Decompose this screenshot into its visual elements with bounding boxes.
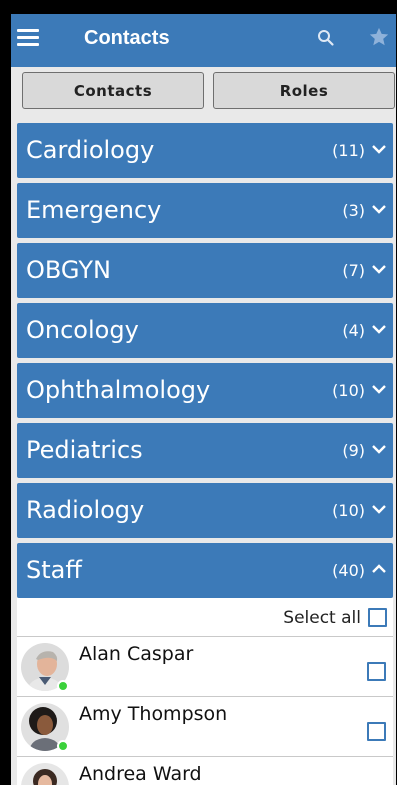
select-all-checkbox[interactable] — [368, 608, 387, 627]
contact-row[interactable]: Amy Thompson — [17, 697, 393, 757]
page-title: Contacts — [84, 27, 170, 49]
group-ophthalmology[interactable]: Ophthalmology (10) — [17, 363, 393, 418]
group-name: Oncology — [26, 316, 139, 344]
app-bar: Contacts — [11, 14, 396, 67]
group-count: (4) — [342, 321, 365, 340]
group-count: (10) — [332, 381, 365, 400]
chevron-down-icon — [372, 145, 386, 154]
chevron-down-icon — [372, 325, 386, 334]
contact-checkbox[interactable] — [367, 722, 386, 741]
group-obgyn[interactable]: OBGYN (7) — [17, 243, 393, 298]
group-name: OBGYN — [26, 256, 111, 284]
tab-contacts[interactable]: Contacts — [22, 72, 204, 109]
group-name: Staff — [26, 556, 82, 584]
contact-checkbox[interactable] — [367, 662, 386, 681]
chevron-down-icon — [372, 265, 386, 274]
group-count: (7) — [342, 261, 365, 280]
search-icon[interactable] — [317, 29, 335, 47]
chevron-up-icon — [372, 564, 386, 573]
hamburger-menu-icon[interactable] — [17, 29, 39, 47]
group-count: (10) — [332, 501, 365, 520]
group-name: Radiology — [26, 496, 145, 524]
select-all-row[interactable]: Select all — [17, 598, 393, 637]
contact-row[interactable]: Andrea Ward — [17, 757, 393, 785]
avatar — [21, 763, 69, 785]
group-name: Emergency — [26, 196, 162, 224]
group-cardiology[interactable]: Cardiology (11) — [17, 123, 393, 178]
select-all-label: Select all — [283, 608, 361, 628]
chevron-down-icon — [372, 445, 386, 454]
group-pediatrics[interactable]: Pediatrics (9) — [17, 423, 393, 478]
chevron-down-icon — [372, 205, 386, 214]
group-name: Pediatrics — [26, 436, 143, 464]
contact-name: Andrea Ward — [79, 763, 202, 785]
chevron-down-icon — [372, 505, 386, 514]
group-list: Cardiology (11) Emergency (3) OBGYN (7) … — [17, 123, 393, 603]
group-count: (3) — [342, 201, 365, 220]
group-oncology[interactable]: Oncology (4) — [17, 303, 393, 358]
group-count: (40) — [332, 561, 365, 580]
online-status-dot — [57, 740, 69, 752]
contact-name: Amy Thompson — [79, 703, 228, 725]
online-status-dot — [57, 680, 69, 692]
group-name: Cardiology — [26, 136, 155, 164]
contact-name: Alan Caspar — [79, 643, 194, 665]
group-count: (11) — [332, 141, 365, 160]
group-staff[interactable]: Staff (40) — [17, 543, 393, 598]
star-icon[interactable] — [368, 26, 390, 48]
tab-roles[interactable]: Roles — [213, 72, 395, 109]
app-frame: Contacts Contacts Roles Cardiology (11) … — [11, 14, 396, 785]
chevron-down-icon — [372, 385, 386, 394]
contact-row[interactable]: Alan Caspar — [17, 637, 393, 697]
staff-contact-list: Select all Alan Caspar Amy Thompson Andr… — [17, 598, 393, 785]
group-radiology[interactable]: Radiology (10) — [17, 483, 393, 538]
group-emergency[interactable]: Emergency (3) — [17, 183, 393, 238]
group-name: Ophthalmology — [26, 376, 211, 404]
group-count: (9) — [342, 441, 365, 460]
